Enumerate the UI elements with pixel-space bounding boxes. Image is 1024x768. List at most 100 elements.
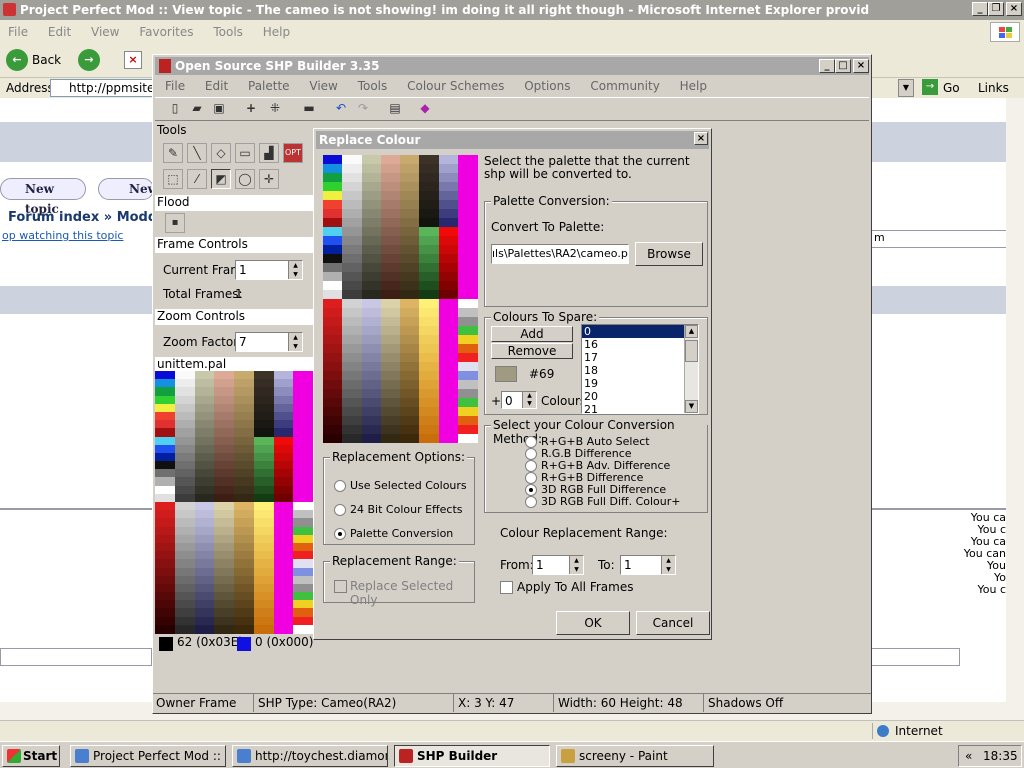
palette-swatch[interactable] <box>380 353 401 362</box>
new-topic-button[interactable]: New topic <box>0 178 86 216</box>
palette-swatch[interactable] <box>457 317 478 326</box>
rectangle-icon[interactable]: ▭ <box>235 143 255 163</box>
to-stepper[interactable]: 1 ▲ ▼ <box>620 555 676 575</box>
palette-swatch[interactable] <box>438 272 459 281</box>
spare-list-item[interactable]: 18 <box>582 364 698 377</box>
palette-swatch[interactable] <box>400 245 420 254</box>
palette-swatch[interactable] <box>361 308 382 317</box>
palette-swatch[interactable] <box>400 398 420 407</box>
radio-button[interactable] <box>525 472 537 484</box>
palette-swatch[interactable] <box>380 389 401 398</box>
menu-edit[interactable]: Edit <box>48 25 71 39</box>
menu-tools[interactable]: Tools <box>213 25 243 39</box>
start-button[interactable]: Start <box>2 745 60 767</box>
palette-swatch[interactable] <box>323 290 343 299</box>
page-vertical-scrollbar[interactable] <box>1006 98 1024 702</box>
palette-swatch[interactable] <box>342 416 363 425</box>
scroll-thumb[interactable] <box>685 340 698 362</box>
palette-swatch[interactable] <box>361 173 382 182</box>
palette-swatch[interactable] <box>400 200 420 209</box>
palette-swatch[interactable] <box>361 344 382 353</box>
palette-swatch[interactable] <box>419 317 440 326</box>
palette-swatch[interactable] <box>419 164 440 173</box>
palette-swatch[interactable] <box>438 209 459 218</box>
palette-swatch[interactable] <box>342 353 363 362</box>
palette-swatch[interactable] <box>361 227 382 236</box>
palette-swatch[interactable] <box>419 326 440 335</box>
palette-swatch[interactable] <box>457 398 478 407</box>
stepper-arrows-icon[interactable]: ▲ ▼ <box>288 333 302 351</box>
breadcrumb[interactable]: Forum index » Moddin <box>8 210 171 225</box>
palette-swatch[interactable] <box>457 416 478 425</box>
preview-toggle-icon[interactable]: ▬ <box>299 99 319 119</box>
palette-swatch[interactable] <box>438 425 459 434</box>
palette-swatch[interactable] <box>361 326 382 335</box>
palette-swatch[interactable] <box>361 245 382 254</box>
palette-swatch[interactable] <box>342 299 363 308</box>
palette-swatch[interactable] <box>400 344 420 353</box>
spare-list-item-selected[interactable]: 0 <box>582 325 684 338</box>
palette-swatch[interactable] <box>323 407 343 416</box>
palette-swatch[interactable] <box>361 254 382 263</box>
palette-swatch[interactable] <box>419 362 440 371</box>
address-dropdown-icon[interactable]: ▼ <box>898 79 914 97</box>
palette-swatch[interactable] <box>457 227 478 236</box>
shp-menu-edit[interactable]: Edit <box>205 79 228 93</box>
palette-swatch[interactable] <box>361 335 382 344</box>
line-icon[interactable]: ╲ <box>187 143 207 163</box>
darken-lighten-icon[interactable]: ▟ <box>259 143 279 163</box>
palette-swatch[interactable] <box>380 209 401 218</box>
stepper-arrows-icon[interactable]: ▲ ▼ <box>288 261 302 279</box>
palette-swatch[interactable] <box>457 245 478 254</box>
palette-swatch[interactable] <box>323 254 343 263</box>
cancel-button[interactable]: Cancel <box>636 611 710 635</box>
palette-swatch[interactable] <box>380 155 401 164</box>
pencil-icon[interactable]: ✎ <box>163 143 183 163</box>
palette-swatch[interactable] <box>419 308 440 317</box>
palette-swatch[interactable] <box>438 254 459 263</box>
radio-button[interactable] <box>525 484 537 496</box>
palette-swatch[interactable] <box>419 173 440 182</box>
palette-swatch[interactable] <box>323 209 343 218</box>
palette-swatch[interactable] <box>323 434 343 443</box>
go-arrow-icon[interactable]: → <box>922 79 938 95</box>
menu-view[interactable]: View <box>91 25 119 39</box>
palette-swatch[interactable] <box>457 173 478 182</box>
palette-swatch[interactable] <box>323 380 343 389</box>
palette-swatch[interactable] <box>457 218 478 227</box>
palette-swatch[interactable] <box>380 182 401 191</box>
palette-swatch[interactable] <box>380 371 401 380</box>
palette-swatch[interactable] <box>457 299 478 308</box>
palette-swatch[interactable] <box>380 218 401 227</box>
task-shp-builder[interactable]: SHP Builder <box>394 745 550 767</box>
palette-swatch[interactable] <box>438 317 459 326</box>
palette-swatch[interactable] <box>457 164 478 173</box>
palette-swatch[interactable] <box>323 281 343 290</box>
stepper-arrows-icon[interactable]: ▲ ▼ <box>522 392 536 408</box>
palette-swatch[interactable] <box>400 227 420 236</box>
palette-swatch[interactable] <box>438 227 459 236</box>
palette-swatch[interactable] <box>419 209 440 218</box>
palette-swatch[interactable] <box>438 263 459 272</box>
palette-swatch[interactable] <box>419 254 440 263</box>
palette-swatch[interactable] <box>419 236 440 245</box>
go-button[interactable]: Go <box>943 81 960 95</box>
shp-close-button[interactable]: × <box>853 59 869 73</box>
palette-swatch[interactable] <box>380 290 401 299</box>
palette-swatch[interactable] <box>419 182 440 191</box>
palette-swatch[interactable] <box>380 317 401 326</box>
palette-swatch[interactable] <box>438 191 459 200</box>
palette-swatch[interactable] <box>457 344 478 353</box>
palette-swatch[interactable] <box>361 218 382 227</box>
palette-swatch[interactable] <box>323 227 343 236</box>
palette-swatch[interactable] <box>293 624 314 634</box>
open-file-icon[interactable]: ▰ <box>187 99 207 119</box>
palette-swatch[interactable] <box>457 434 478 443</box>
palette-swatch[interactable] <box>400 299 420 308</box>
palette-swatch[interactable] <box>400 407 420 416</box>
palette-swatch[interactable] <box>342 335 363 344</box>
palette-swatch[interactable] <box>400 308 420 317</box>
remove-button[interactable]: Remove <box>491 343 573 359</box>
palette-swatch[interactable] <box>342 245 363 254</box>
palette-swatch[interactable] <box>342 380 363 389</box>
